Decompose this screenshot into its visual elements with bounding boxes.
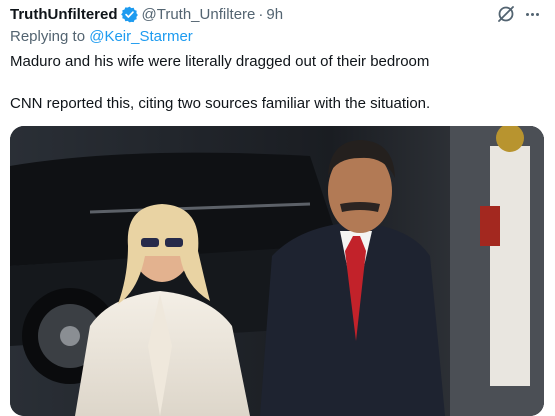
replying-to-link[interactable]: @Keir_Starmer	[89, 28, 193, 45]
separator-dot: ·	[258, 5, 264, 23]
photo-illustration	[10, 126, 544, 416]
grok-icon[interactable]	[495, 3, 517, 25]
tweet-header: TruthUnfiltered @Truth_Unfiltere · 9h	[10, 4, 283, 24]
user-handle[interactable]: @Truth_Unfiltere	[142, 6, 256, 23]
replying-prefix: Replying to	[10, 28, 86, 45]
tweet-text-line-1: Maduro and his wife were literally dragg…	[10, 53, 430, 70]
display-name[interactable]: TruthUnfiltered	[10, 6, 118, 23]
post-time[interactable]: 9h	[266, 6, 283, 23]
more-options-icon[interactable]	[520, 3, 544, 25]
tweet-text-line-2: CNN reported this, citing two sources fa…	[10, 95, 431, 112]
replying-to-line: Replying to @Keir_Starmer	[10, 28, 193, 45]
tweet-media-photo[interactable]	[10, 126, 544, 416]
verified-badge-icon	[120, 6, 138, 23]
